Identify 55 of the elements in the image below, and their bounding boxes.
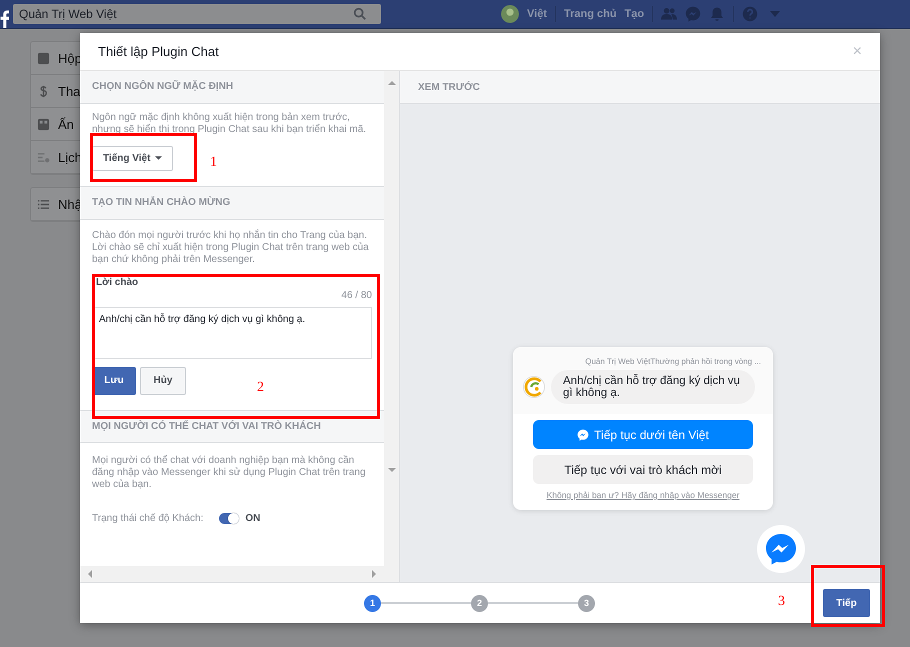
next-button[interactable]: Tiếp xyxy=(823,589,870,617)
section-heading: TẠO TIN NHẮN CHÀO MỪNG xyxy=(80,186,384,220)
cancel-button[interactable]: Hủy xyxy=(140,366,186,395)
sidebar-item-icon xyxy=(37,150,50,164)
step-indicator: 1 xyxy=(364,594,381,612)
messenger-icon[interactable] xyxy=(757,525,805,573)
search-icon[interactable] xyxy=(353,7,367,21)
save-button[interactable]: Lưu xyxy=(92,366,136,395)
annotation-number: 1 xyxy=(210,155,217,171)
step-indicator: 3 xyxy=(578,594,595,612)
character-counter: 46 / 80 xyxy=(340,290,372,301)
annotation-number: 3 xyxy=(778,594,785,610)
chat-header-text: Quản Trị Web ViệtThường phản hồi trong vòng ... xyxy=(584,357,761,366)
field-label: Lời chào xyxy=(95,276,138,288)
guest-mode-toggle[interactable] xyxy=(219,513,240,524)
vertical-scrollbar[interactable] xyxy=(384,71,399,582)
friends-icon[interactable] xyxy=(661,6,678,22)
section-description: Ngôn ngữ mặc định không xuất hiện trong bản xem trước, nhưng sẽ hiển thị trong Plugin Chat sau khi bạn triển khai mã. xyxy=(92,112,368,136)
sidebar-item-icon xyxy=(37,84,50,98)
dialog-title: Thiết lập Plugin Chat xyxy=(98,44,219,59)
logo-icon[interactable] xyxy=(0,10,9,28)
sidebar-item-icon xyxy=(37,52,50,64)
scroll-right-icon[interactable] xyxy=(372,570,376,578)
avatar-icon[interactable] xyxy=(501,5,519,23)
continue-button[interactable]: Tiếp tục dưới tên Việt xyxy=(533,420,753,449)
section-description: Chào đón mọi người trước khi họ nhắn tin cho Trang của bạn. Lời chào sẽ chỉ xuất hiện trong Plugin Chat trên trang web của bạn chứ không phải trên Messenger. xyxy=(92,230,370,266)
section-description: Mọi người có thể chat với doanh nghiệp bạn mà không cần đăng nhập vào Messenger khi sử dụng Plugin Chat trên trang web của bạn. xyxy=(92,455,367,492)
login-link[interactable]: Không phải bạn ư? Hãy đăng nhập vào Messenger xyxy=(546,490,740,500)
scroll-down-icon[interactable] xyxy=(388,468,396,472)
toggle-state: ON xyxy=(245,513,260,524)
scroll-up-icon[interactable] xyxy=(388,81,396,85)
profile-link[interactable]: Việt xyxy=(527,8,547,20)
message-bubble: Anh/chị cần hỗ trợ đăng ký dịch vụ gì không ạ. xyxy=(551,370,755,404)
help-icon[interactable] xyxy=(742,6,758,22)
nav-link[interactable]: Tạo xyxy=(624,8,644,20)
sidebar-item-icon xyxy=(37,118,50,130)
caret-icon[interactable] xyxy=(770,11,780,17)
page-logo-icon xyxy=(523,376,545,398)
section-heading: XEM TRƯỚC xyxy=(400,71,880,104)
guest-button[interactable]: Tiếp tục với vai trò khách mời xyxy=(533,455,753,484)
section-heading: CHỌN NGÔN NGỮ MẶC ĐỊNH xyxy=(80,71,384,104)
annotation-number: 2 xyxy=(257,380,264,396)
section-heading: MỌI NGƯỜI CÓ THỂ CHAT VỚI VAI TRÒ KHÁCH xyxy=(80,410,384,444)
greeting-input[interactable]: Anh/chị cần hỗ trợ đăng ký dịch vụ gì không ạ. xyxy=(92,306,372,359)
search-field[interactable]: Quản Trị Web Việt xyxy=(13,4,381,24)
language-dropdown[interactable]: Tiếng Việt xyxy=(92,146,174,171)
horizontal-scrollbar[interactable] xyxy=(80,566,384,582)
scroll-left-icon[interactable] xyxy=(88,570,92,578)
toggle-label: Trạng thái chế độ Khách: xyxy=(92,513,204,524)
bell-icon[interactable] xyxy=(709,6,726,22)
step-indicator: 2 xyxy=(471,594,488,612)
nav-link[interactable]: Trang chủ xyxy=(564,8,617,20)
sidebar-item-icon xyxy=(37,198,50,210)
messenger-icon xyxy=(577,428,590,440)
caret-icon xyxy=(155,156,162,160)
